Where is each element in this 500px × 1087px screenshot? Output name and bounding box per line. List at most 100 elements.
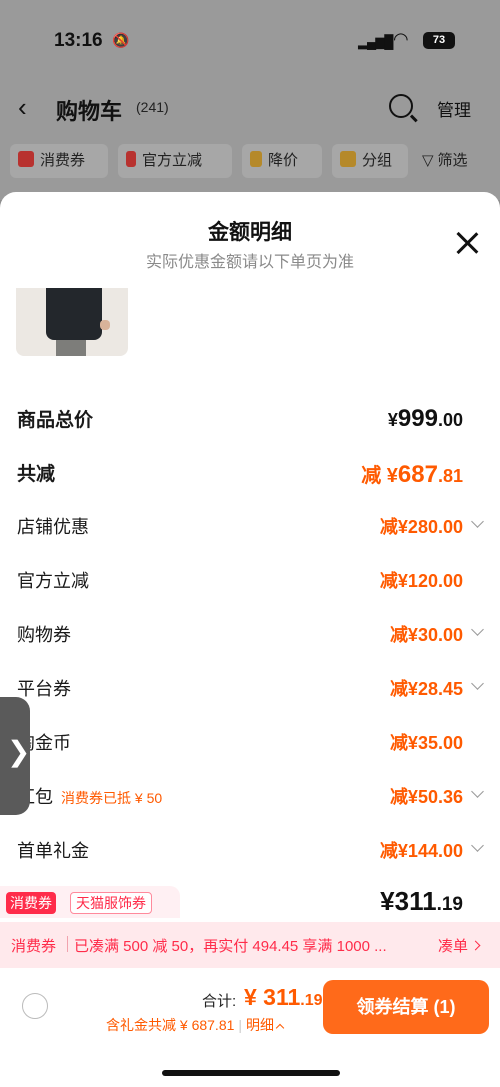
row-value: 减 ¥687.81 bbox=[361, 459, 463, 489]
promo-label: 消费券 bbox=[11, 938, 57, 955]
chevron-down-icon[interactable] bbox=[471, 785, 484, 798]
row-label: 红包 消费券已抵 ¥ 50 bbox=[17, 783, 162, 809]
value-int: 999 bbox=[397, 405, 438, 432]
row-value: 减¥280.00 bbox=[379, 517, 463, 537]
coupon-tags: 消费券 天猫服饰券 bbox=[0, 886, 180, 918]
folder-icon bbox=[340, 151, 356, 167]
status-time: 13:16 bbox=[54, 30, 103, 51]
row-official-discount: 官方立减 减¥120.00 bbox=[0, 564, 500, 594]
row-red-packet[interactable]: 红包 消费券已抵 ¥ 50 减¥50.36 bbox=[0, 780, 500, 810]
cart-count: (241) bbox=[136, 99, 169, 115]
chip-label: 降价 bbox=[268, 152, 299, 169]
detail-toggle[interactable]: 明细 bbox=[246, 1017, 274, 1033]
chevron-right-icon: ❯ bbox=[7, 736, 31, 767]
row-value: 减¥28.45 bbox=[389, 679, 463, 699]
close-icon[interactable] bbox=[454, 230, 480, 256]
sheet-subtitle: 实际优惠金额请以下单页为准 bbox=[145, 254, 354, 271]
tmall-coupon-badge: 天猫服饰券 bbox=[70, 892, 152, 914]
total-discount-summary: 含礼金共减 ¥ 687.81 | 明细 bbox=[106, 1015, 285, 1035]
total-label: 合计: bbox=[202, 993, 237, 1010]
page-title: 购物车 bbox=[56, 99, 123, 124]
row-platform-coupon[interactable]: 平台券 减¥28.45 bbox=[0, 672, 500, 702]
sheet-title: 金额明细 bbox=[208, 221, 292, 244]
promo-divider bbox=[67, 936, 68, 952]
row-value: 减¥50.36 bbox=[389, 787, 463, 807]
back-button[interactable]: ‹ bbox=[18, 92, 27, 123]
checkout-button[interactable]: 领券结算 (1) bbox=[323, 980, 489, 1034]
consumer-coupon-badge: 消费券 bbox=[6, 892, 56, 914]
row-label: 平台券 bbox=[17, 679, 71, 699]
final-price-dec: .19 bbox=[436, 894, 463, 915]
down-arrow-icon bbox=[250, 151, 262, 167]
value-int: 687 bbox=[397, 461, 438, 488]
promo-banner[interactable]: 消费券 已凑满 500 减 50，再实付 494.45 享满 1000 ... … bbox=[0, 922, 500, 968]
coupon-icon bbox=[18, 151, 34, 167]
row-note: 消费券已抵 ¥ 50 bbox=[61, 790, 163, 806]
divider: | bbox=[238, 1017, 243, 1033]
thumbnail-pants bbox=[56, 340, 86, 356]
add-items-link[interactable]: 凑单 bbox=[438, 935, 479, 956]
wifi-icon: ◠ bbox=[393, 29, 409, 49]
final-price: ¥311.19 bbox=[380, 886, 463, 917]
value-prefix: ¥ bbox=[387, 410, 398, 430]
chip-filter[interactable]: ▽ 筛选 bbox=[414, 144, 490, 178]
row-label: 店铺优惠 bbox=[17, 517, 89, 537]
signal-icon: ▂▄▆█ bbox=[358, 34, 393, 49]
total-amount: ¥ 311.19 bbox=[244, 984, 323, 1011]
row-label: 购物券 bbox=[17, 625, 71, 645]
chevron-down-icon[interactable] bbox=[471, 515, 484, 528]
row-goods-total: 商品总价 ¥999.00 bbox=[0, 402, 500, 432]
row-label: 官方立减 bbox=[17, 571, 89, 591]
promo-text: 已凑满 500 减 50，再实付 494.45 享满 1000 ... bbox=[74, 938, 387, 955]
chevron-down-icon[interactable] bbox=[471, 839, 484, 852]
chip-group[interactable]: 分组 bbox=[332, 144, 408, 178]
row-total-reduction: 共减 减 ¥687.81 bbox=[0, 456, 500, 489]
discount-text: 含礼金共减 ¥ 687.81 bbox=[106, 1017, 235, 1033]
search-icon[interactable] bbox=[389, 94, 413, 118]
status-bar: 13:16 🔕 ▂▄▆█ ◠ 73 bbox=[0, 28, 500, 58]
lightning-icon bbox=[126, 151, 136, 167]
row-value: ¥999.00 bbox=[388, 405, 463, 433]
row-value: 减¥144.00 bbox=[379, 841, 463, 861]
background-page: 13:16 🔕 ▂▄▆█ ◠ 73 ‹ 购物车 (241) 管理 消费券 官方立… bbox=[0, 0, 500, 200]
chevron-down-icon[interactable] bbox=[471, 623, 484, 636]
value-dec: .81 bbox=[437, 466, 463, 486]
row-value: 减¥35.00 bbox=[389, 733, 463, 753]
chip-label: 筛选 bbox=[437, 152, 468, 169]
thumbnail-coat bbox=[46, 288, 102, 340]
chip-label: 官方立减 bbox=[142, 152, 203, 169]
final-price-int: ¥311 bbox=[380, 886, 437, 916]
row-value: 减¥30.00 bbox=[389, 625, 463, 645]
row-label: 共减 bbox=[17, 464, 56, 485]
row-first-order-gift[interactable]: 首单礼金 减¥144.00 bbox=[0, 834, 500, 864]
mute-icon: 🔕 bbox=[112, 32, 130, 48]
row-label: 首单礼金 bbox=[17, 841, 89, 861]
chevron-down-icon[interactable] bbox=[471, 677, 484, 690]
checkout-bar: 合计: ¥ 311.19 含礼金共减 ¥ 687.81 | 明细 领券结算 (1) bbox=[0, 968, 500, 1087]
product-thumbnail[interactable] bbox=[16, 288, 128, 356]
select-all-checkbox[interactable] bbox=[22, 993, 48, 1019]
row-taojinbi: 淘金币 减¥35.00 bbox=[0, 726, 500, 756]
value-dec: .00 bbox=[437, 410, 463, 430]
row-shopping-coupon[interactable]: 购物券 减¥30.00 bbox=[0, 618, 500, 648]
home-indicator bbox=[162, 1070, 340, 1076]
row-store-discount[interactable]: 店铺优惠 减¥280.00 bbox=[0, 510, 500, 540]
row-value: 减¥120.00 bbox=[379, 571, 463, 591]
value-prefix: 减 ¥ bbox=[361, 465, 398, 487]
total-dec: .19 bbox=[300, 992, 323, 1009]
chip-label: 消费券 bbox=[40, 152, 86, 169]
filter-chips: 消费券 官方立减 降价 分组 ▽ 筛选 bbox=[10, 144, 500, 178]
chevron-up-icon[interactable] bbox=[275, 1023, 285, 1033]
navbar: ‹ 购物车 (241) 管理 bbox=[0, 88, 500, 128]
row-label: 商品总价 bbox=[17, 410, 94, 431]
manage-button[interactable]: 管理 bbox=[437, 96, 471, 121]
battery-icon: 73 bbox=[423, 32, 455, 49]
filter-icon: ▽ bbox=[422, 152, 434, 169]
chip-label: 分组 bbox=[362, 152, 393, 169]
total-int: ¥ 311 bbox=[244, 984, 301, 1010]
chip-coupon[interactable]: 消费券 bbox=[10, 144, 108, 178]
side-drawer-handle[interactable]: ❯ bbox=[0, 697, 30, 815]
chip-official-discount[interactable]: 官方立减 bbox=[118, 144, 232, 178]
thumbnail-hand bbox=[100, 320, 110, 330]
chip-price-drop[interactable]: 降价 bbox=[242, 144, 322, 178]
